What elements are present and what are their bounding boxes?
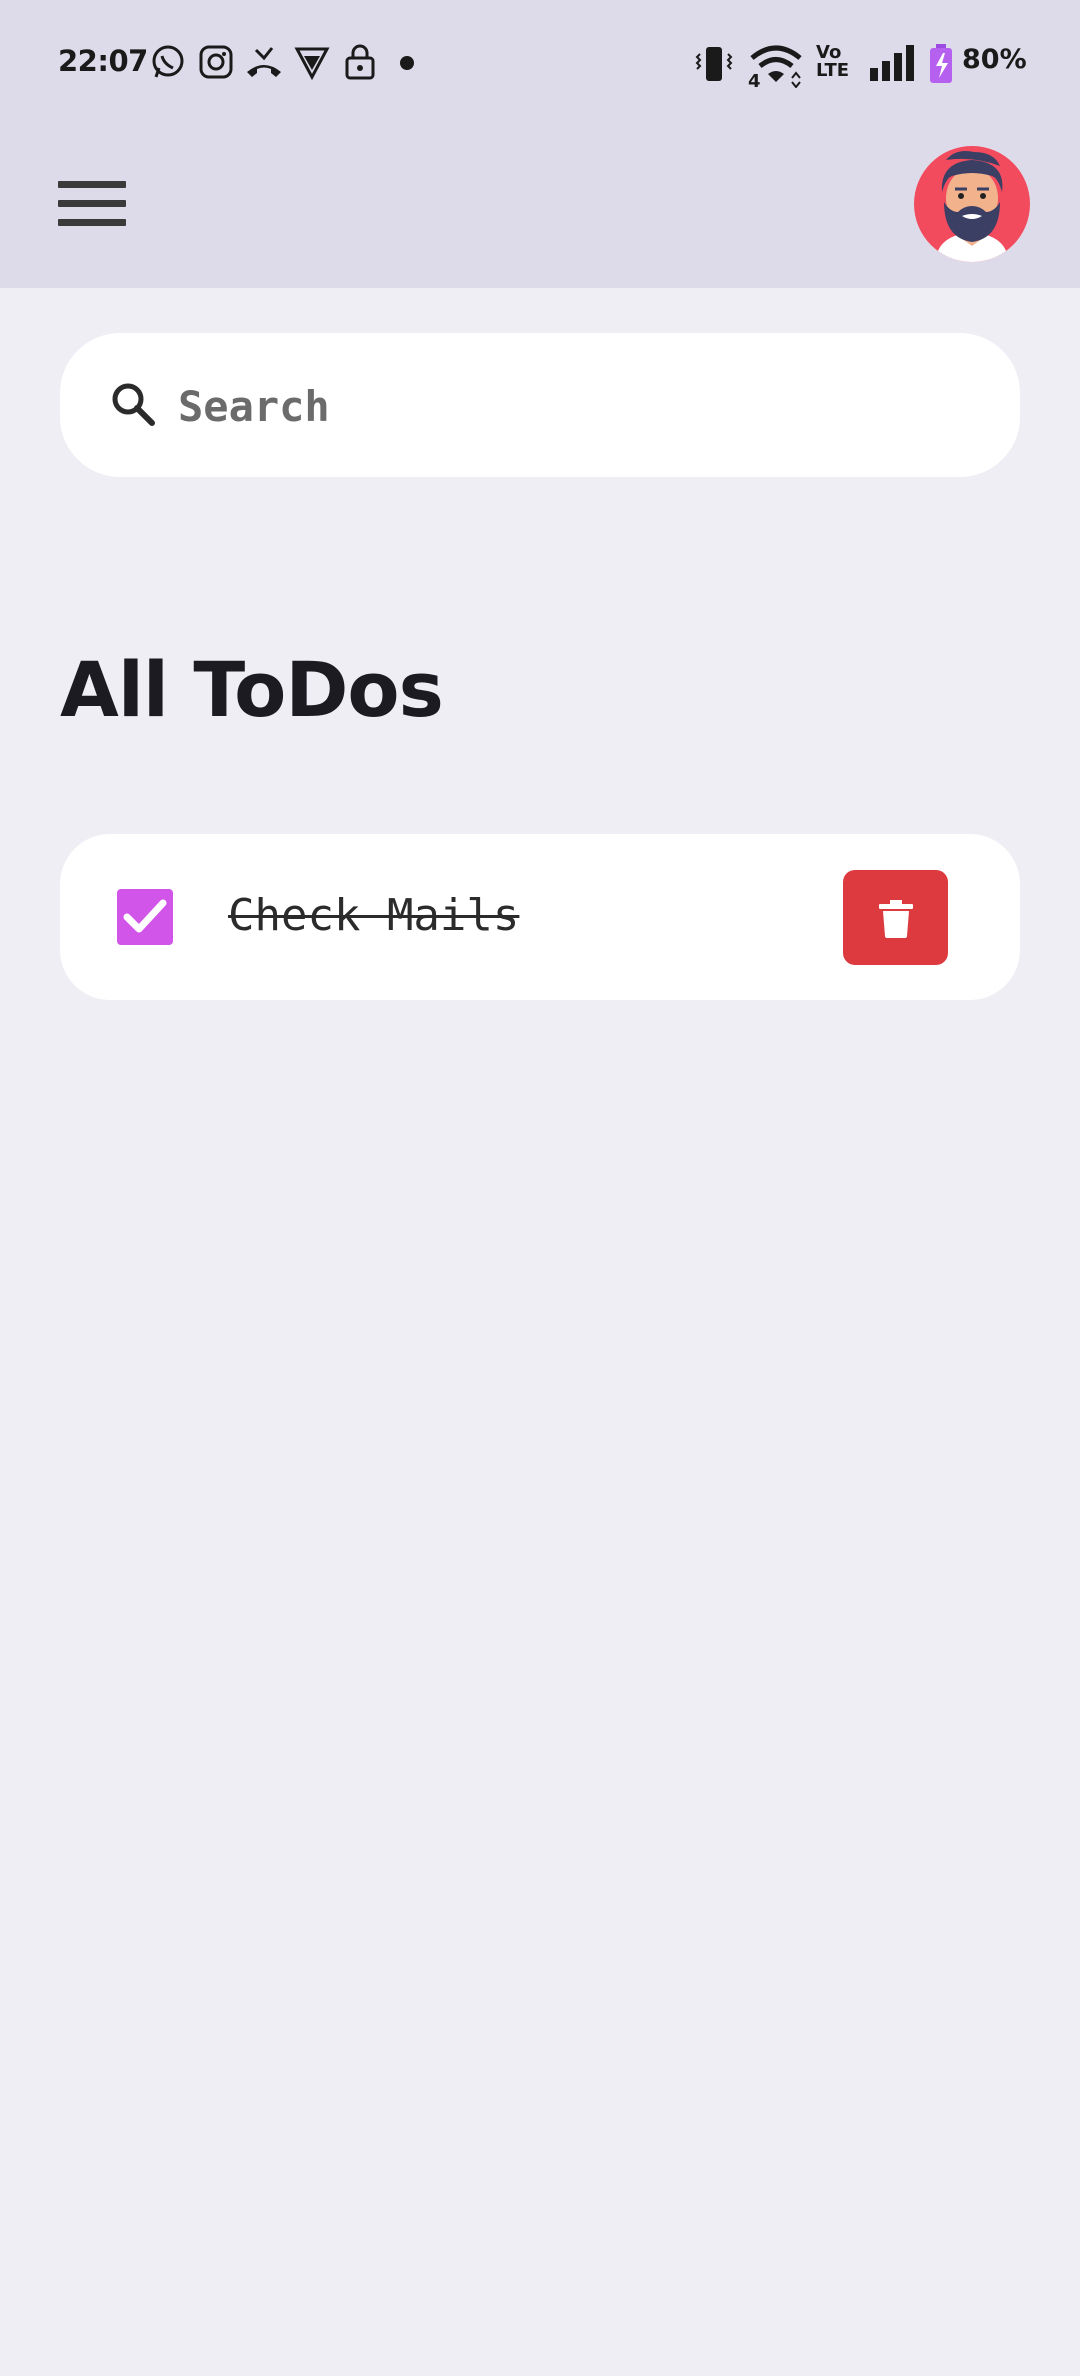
status-bar: 22:07 4 Vo LTE 80% bbox=[0, 0, 1080, 130]
delete-button[interactable] bbox=[843, 870, 948, 965]
vpn-shield-icon bbox=[294, 44, 330, 80]
trash-icon bbox=[879, 900, 913, 938]
todo-label: Check Mails bbox=[228, 890, 520, 941]
battery-percentage: 80% bbox=[962, 44, 1027, 75]
status-time: 22:07 bbox=[58, 44, 148, 78]
todo-checkbox[interactable] bbox=[117, 889, 173, 945]
lock-icon bbox=[344, 44, 376, 80]
wifi-badge: 4 bbox=[748, 71, 761, 88]
missed-call-icon bbox=[244, 44, 284, 80]
avatar[interactable] bbox=[914, 146, 1030, 262]
instagram-icon bbox=[198, 44, 234, 80]
todo-item: Check Mails bbox=[60, 834, 1020, 1000]
page-title: All ToDos bbox=[60, 645, 444, 734]
whatsapp-icon bbox=[150, 44, 186, 80]
signal-icon bbox=[868, 44, 916, 82]
wifi-icon: 4 bbox=[748, 44, 804, 88]
search-bar[interactable] bbox=[60, 333, 1020, 477]
battery-charging-icon bbox=[928, 44, 954, 84]
bearded-man-avatar-icon bbox=[936, 151, 1008, 262]
hamburger-menu-icon[interactable] bbox=[58, 178, 128, 228]
volte-line2: LTE bbox=[816, 60, 850, 81]
dot-icon bbox=[400, 56, 414, 70]
top-app-bar: 22:07 4 Vo LTE 80% bbox=[0, 0, 1080, 288]
search-icon bbox=[108, 379, 158, 433]
checkmark-icon bbox=[123, 899, 167, 933]
search-input[interactable] bbox=[176, 369, 980, 443]
volte-icon: Vo LTE bbox=[816, 44, 849, 80]
vibrate-icon bbox=[694, 44, 734, 84]
